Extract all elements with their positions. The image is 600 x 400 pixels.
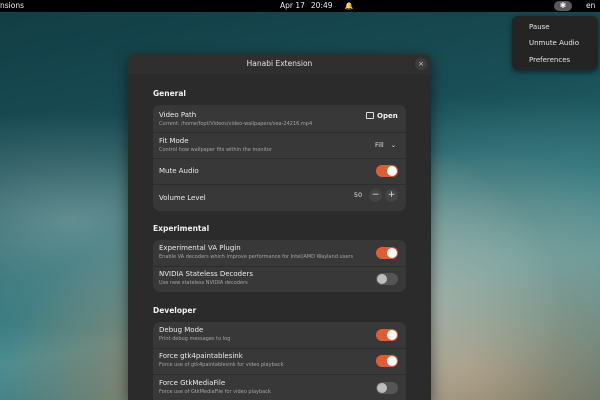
debug-mode-toggle[interactable] bbox=[376, 329, 398, 341]
nvidia-toggle[interactable] bbox=[376, 273, 398, 285]
debug-mode-title: Debug Mode bbox=[159, 326, 204, 334]
date-label: Apr 17 bbox=[280, 1, 305, 10]
video-path-subtitle: Current: /home/fopt/Videos/video-wallpap… bbox=[159, 121, 313, 127]
chevron-down-icon: ⌄ bbox=[390, 141, 397, 149]
menu-item-unmute-audio[interactable]: Unmute Audio bbox=[529, 39, 579, 47]
mute-audio-row[interactable]: Mute Audio bbox=[153, 159, 406, 184]
fit-mode-row[interactable]: Fit Mode Control how wallpaper fits with… bbox=[153, 133, 406, 158]
tray-popup-menu: Pause Unmute Audio Preferences bbox=[512, 16, 598, 70]
fit-mode-title: Fit Mode bbox=[159, 137, 189, 145]
clock[interactable]: Apr 17 20:49 🔔 bbox=[280, 0, 353, 12]
toggle-knob bbox=[387, 166, 397, 176]
window-title: Hanabi Extension bbox=[246, 59, 313, 68]
section-title-general: General bbox=[153, 89, 186, 98]
va-plugin-row[interactable]: Experimental VA Plugin Enable VA decoder… bbox=[153, 240, 406, 266]
open-button-label: Open bbox=[377, 112, 398, 120]
developer-card: Debug Mode Print debug messages to log F… bbox=[153, 322, 406, 400]
mute-audio-toggle[interactable] bbox=[376, 165, 398, 177]
debug-mode-row[interactable]: Debug Mode Print debug messages to log bbox=[153, 322, 406, 348]
gtkmediafile-subtitle: Force use of GtkMediaFile for video play… bbox=[159, 389, 271, 395]
minus-icon: − bbox=[371, 190, 380, 200]
menu-item-pause[interactable]: Pause bbox=[529, 23, 550, 31]
section-title-developer: Developer bbox=[153, 306, 197, 315]
preferences-window: Hanabi Extension × General Video Path Cu… bbox=[128, 54, 431, 400]
nvidia-title: NVIDIA Stateless Decoders bbox=[159, 270, 253, 278]
volume-value[interactable]: 50 bbox=[350, 191, 366, 199]
activities-label[interactable]: nsions bbox=[0, 0, 24, 12]
bell-icon: 🔔 bbox=[344, 2, 354, 10]
video-path-title: Video Path bbox=[159, 111, 197, 119]
gtkmediafile-title: Force GtkMediaFile bbox=[159, 379, 226, 387]
volume-level-row: Volume Level 50 − + bbox=[153, 185, 406, 211]
gtk4paintablesink-subtitle: Force use of gtk4paintablesink for video… bbox=[159, 362, 284, 368]
plus-icon: + bbox=[387, 190, 396, 200]
nvidia-subtitle: Use new stateless NVIDIA decoders bbox=[159, 280, 248, 286]
fit-mode-value: Fill bbox=[375, 141, 384, 149]
fit-mode-subtitle: Control how wallpaper fits within the mo… bbox=[159, 147, 273, 153]
close-button[interactable]: × bbox=[415, 58, 427, 70]
debug-mode-subtitle: Print debug messages to log bbox=[159, 336, 231, 342]
language-indicator[interactable]: en bbox=[586, 0, 595, 12]
va-plugin-subtitle: Enable VA decoders which improve perform… bbox=[159, 254, 354, 260]
toggle-knob bbox=[387, 248, 397, 258]
fit-mode-dropdown[interactable]: Fill ⌄ bbox=[375, 141, 396, 149]
va-plugin-toggle[interactable] bbox=[376, 247, 398, 259]
section-title-experimental: Experimental bbox=[153, 224, 210, 233]
title-bar[interactable]: Hanabi Extension × bbox=[128, 54, 431, 74]
open-button[interactable]: Open bbox=[366, 112, 398, 120]
hanabi-tray-button[interactable]: ✱ bbox=[554, 1, 572, 11]
mute-audio-title: Mute Audio bbox=[159, 167, 199, 175]
gtk4paintablesink-toggle[interactable] bbox=[376, 355, 398, 367]
nvidia-row[interactable]: NVIDIA Stateless Decoders Use new statel… bbox=[153, 267, 406, 292]
gtk4paintablesink-title: Force gtk4paintablesink bbox=[159, 352, 243, 360]
time-label: 20:49 bbox=[310, 1, 333, 10]
volume-decrease-button[interactable]: − bbox=[369, 189, 382, 202]
toggle-knob bbox=[387, 356, 397, 366]
volume-increase-button[interactable]: + bbox=[385, 189, 398, 202]
top-bar: nsions Apr 17 20:49 🔔 ✱ en bbox=[0, 0, 600, 12]
folder-icon bbox=[366, 112, 374, 119]
gear-icon: ✱ bbox=[559, 1, 567, 10]
menu-item-preferences[interactable]: Preferences bbox=[529, 56, 570, 64]
experimental-card: Experimental VA Plugin Enable VA decoder… bbox=[153, 240, 406, 292]
va-plugin-title: Experimental VA Plugin bbox=[159, 244, 241, 252]
toggle-knob bbox=[387, 330, 397, 340]
gtk4paintablesink-row[interactable]: Force gtk4paintablesink Force use of gtk… bbox=[153, 349, 406, 374]
toggle-knob bbox=[377, 274, 387, 284]
gtkmediafile-toggle[interactable] bbox=[376, 382, 398, 394]
close-icon: × bbox=[418, 60, 424, 68]
volume-level-title: Volume Level bbox=[159, 194, 206, 202]
gtkmediafile-row[interactable]: Force GtkMediaFile Force use of GtkMedia… bbox=[153, 375, 406, 400]
general-card: Video Path Current: /home/fopt/Videos/vi… bbox=[153, 105, 406, 211]
video-path-row: Video Path Current: /home/fopt/Videos/vi… bbox=[153, 105, 406, 132]
toggle-knob bbox=[377, 383, 387, 393]
